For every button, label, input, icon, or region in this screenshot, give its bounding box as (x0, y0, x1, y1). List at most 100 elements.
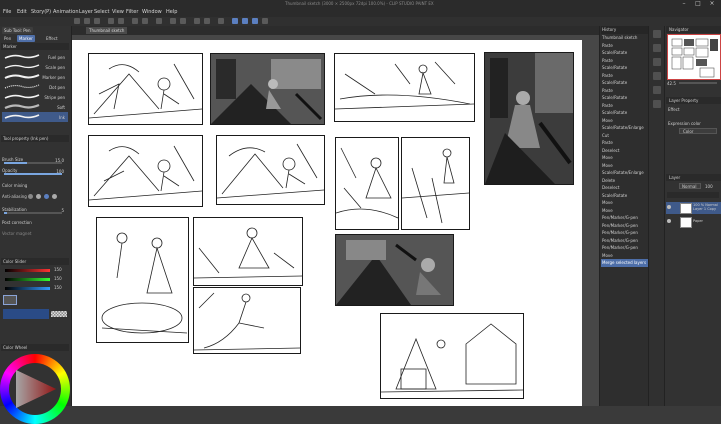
snap-icon[interactable] (194, 18, 200, 24)
history-item[interactable]: Scale/Rotate (601, 79, 648, 87)
history-item[interactable]: Pen/Marker/G-pen (601, 244, 648, 252)
transparent-swatch[interactable] (51, 311, 67, 317)
current-color-bar[interactable] (3, 309, 49, 319)
thumbnail-panel[interactable] (335, 234, 454, 306)
main-color-swatch[interactable] (3, 295, 17, 305)
history-item[interactable]: Cut (601, 132, 648, 140)
animation-cels-icon[interactable] (653, 100, 661, 108)
property-brush-size[interactable]: Brush Size 15.0 (2, 157, 68, 165)
canvas-tab[interactable]: Thumbnail sketch (86, 27, 128, 34)
thumbnail-panel[interactable] (334, 53, 475, 122)
thumbnail-panel[interactable] (335, 137, 399, 230)
layer-row-selected[interactable]: 100 % Normal Layer 1 Copy (666, 202, 721, 214)
transform-icon[interactable] (156, 18, 162, 24)
invert-selection-icon[interactable] (180, 18, 186, 24)
blend-mode-select[interactable]: Normal (679, 183, 701, 189)
green-slider[interactable] (5, 278, 50, 281)
property-color-mixing[interactable]: Color mixing (2, 183, 68, 191)
thumbnail-panel[interactable] (210, 53, 325, 125)
brush-item[interactable]: Dot pen (2, 82, 68, 92)
property-stabilization[interactable]: Stabilization 5 (2, 207, 68, 215)
history-item[interactable]: Scale/Rotate/Enlarge (601, 169, 648, 177)
thumbnail-panel[interactable] (96, 217, 189, 343)
ruler-icon[interactable] (204, 18, 210, 24)
save-icon[interactable] (94, 18, 100, 24)
property-anti-aliasing[interactable]: Anti-aliasing (2, 194, 68, 202)
property-opacity[interactable]: Opacity 100 (2, 168, 68, 176)
history-item[interactable]: Pen/Marker/G-pen (601, 237, 648, 245)
history-item[interactable]: Scale/Rotate (601, 109, 648, 117)
history-item[interactable]: Scale/Rotate (601, 64, 648, 72)
history-item[interactable]: Deselect (601, 184, 648, 192)
stabilization-slider[interactable] (4, 212, 62, 214)
navigator-zoom[interactable]: 42.5 (667, 81, 676, 86)
menu-window[interactable]: Window (142, 9, 162, 15)
history-item[interactable]: Pen/Marker/G-pen (601, 214, 648, 222)
history-item[interactable]: Scale/Rotate (601, 94, 648, 102)
menu-view[interactable]: View (112, 9, 124, 15)
history-item[interactable]: Pen/Marker/G-pen (601, 229, 648, 237)
group-tab-pen[interactable]: Pen (2, 35, 13, 42)
snap-perspective-icon[interactable] (252, 18, 258, 24)
zoom-slider[interactable] (679, 82, 717, 84)
history-item[interactable]: Paste (601, 72, 648, 80)
menu-help[interactable]: Help (166, 9, 177, 15)
brush-item[interactable]: Fuel pen (2, 52, 68, 62)
history-item[interactable]: Paste (601, 57, 648, 65)
thumbnail-panel[interactable] (401, 137, 470, 230)
deselect-icon[interactable] (170, 18, 176, 24)
blue-slider[interactable] (5, 287, 50, 290)
navigator-icon[interactable] (653, 30, 661, 38)
maximize-icon[interactable]: □ (693, 1, 703, 7)
group-tab-marker[interactable]: Marker (17, 35, 35, 42)
thumbnail-panel[interactable] (193, 287, 301, 354)
brush-item[interactable]: Stripe pen (2, 92, 68, 102)
history-item[interactable]: Move (601, 117, 648, 125)
history-item[interactable]: Move (601, 252, 648, 260)
history-item[interactable]: Scale/Rotate (601, 192, 648, 200)
aa-strong-icon[interactable] (52, 194, 57, 199)
group-tab-effect[interactable]: Effect (44, 35, 60, 42)
opacity-slider[interactable] (4, 173, 62, 175)
thumbnail-panel[interactable] (88, 135, 203, 207)
history-item[interactable]: Move (601, 207, 648, 215)
fill-icon[interactable] (142, 18, 148, 24)
redo-icon[interactable] (118, 18, 124, 24)
subtool-tab[interactable]: Sub Tool: Pen (2, 27, 33, 34)
snap-ruler-icon[interactable] (232, 18, 238, 24)
aa-weak-icon[interactable] (36, 194, 41, 199)
close-icon[interactable]: × (707, 1, 717, 7)
history-item[interactable]: Pen/Marker/G-pen (601, 222, 648, 230)
brush-item-selected[interactable]: Ink (2, 112, 68, 122)
property-post-correction[interactable]: Post correction (2, 220, 68, 228)
open-icon[interactable] (84, 18, 90, 24)
property-vector-magnet[interactable]: Vector magnet (2, 231, 68, 239)
info-icon[interactable] (653, 58, 661, 66)
history-item[interactable]: Paste (601, 139, 648, 147)
clear-icon[interactable] (132, 18, 138, 24)
red-slider[interactable] (5, 269, 50, 272)
thumbnail-panel[interactable] (216, 135, 325, 205)
search-layer-icon[interactable] (653, 86, 661, 94)
history-item[interactable]: Paste (601, 87, 648, 95)
menu-file[interactable]: File (3, 9, 11, 15)
eye-icon[interactable] (667, 219, 671, 223)
history-item[interactable]: Paste (601, 102, 648, 110)
menu-animation[interactable]: Animation (53, 9, 79, 15)
thumbnail-panel[interactable] (484, 52, 574, 185)
history-item[interactable]: Scale/Rotate/Enlarge (601, 124, 648, 132)
history-item[interactable]: Move (601, 162, 648, 170)
history-item[interactable]: Thumbnail sketch (601, 34, 648, 42)
brush-item[interactable]: Scale pen (2, 62, 68, 72)
sub-view-icon[interactable] (653, 44, 661, 52)
menu-filter[interactable]: Filter (126, 9, 138, 15)
history-item-selected[interactable]: Merge selected layers (601, 259, 648, 267)
history-item[interactable]: Paste (601, 42, 648, 50)
menu-select[interactable]: Select (94, 9, 109, 15)
aa-medium-icon[interactable] (44, 194, 49, 199)
history-icon[interactable] (653, 72, 661, 80)
navigator-preview[interactable] (667, 34, 721, 80)
new-icon[interactable] (74, 18, 80, 24)
history-item[interactable]: Delete (601, 177, 648, 185)
eye-icon[interactable] (667, 205, 671, 209)
